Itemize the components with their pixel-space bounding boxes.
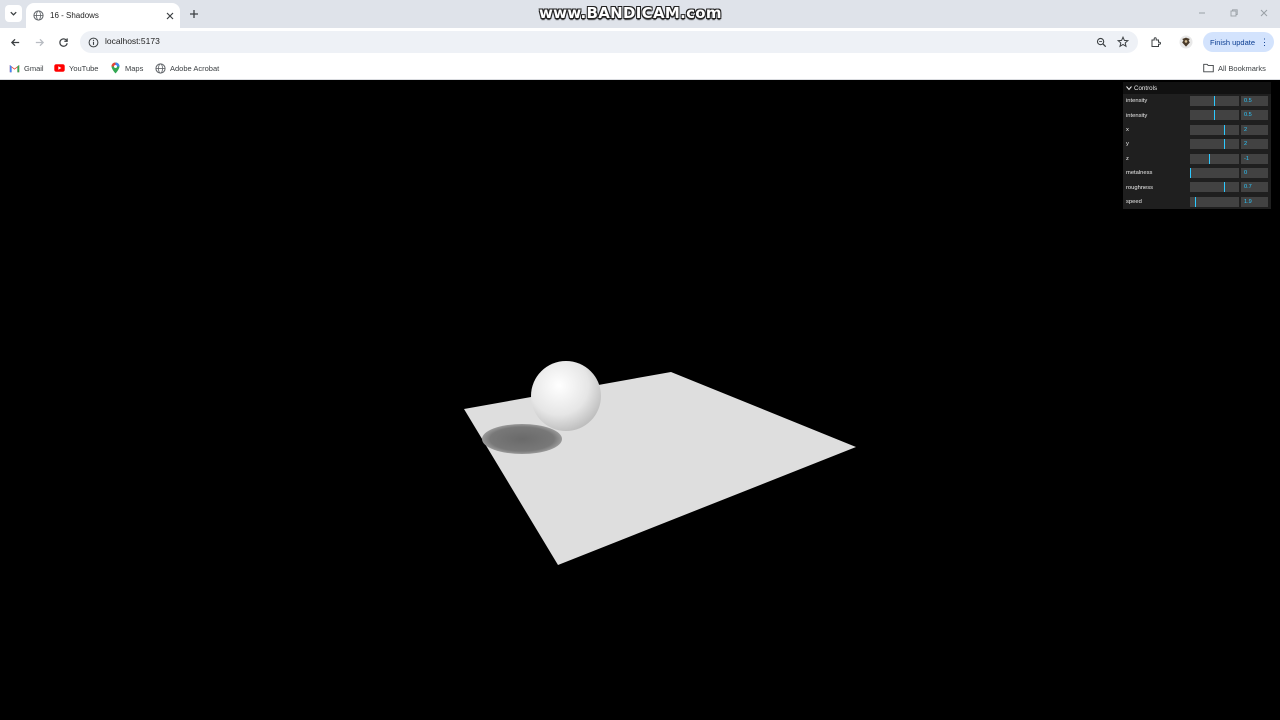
controls-panel: Controls intensity 0.5 intensity 0.5 x 2 y 2 z -1…	[1123, 82, 1271, 210]
close-tab-icon[interactable]	[165, 11, 175, 21]
tab-search-button[interactable]	[5, 5, 22, 22]
forward-arrow-icon	[35, 38, 44, 46]
control-row: metalness 0	[1123, 166, 1271, 180]
control-row: z -1	[1123, 152, 1271, 166]
tab-title: 16 - Shadows	[50, 11, 99, 20]
reload-icon	[58, 37, 68, 47]
bookmarks-bar: Gmail YouTube Maps Adobe Acrobat All Boo…	[0, 56, 1280, 80]
zoom-icon[interactable]	[1095, 36, 1107, 48]
maps-icon	[110, 62, 121, 74]
close-window-button[interactable]	[1258, 7, 1270, 19]
control-row: x2	[1123, 123, 1271, 137]
control-slider[interactable]	[1190, 167, 1239, 178]
controls-title: Controls	[1134, 84, 1158, 92]
control-label: roughness	[1126, 184, 1154, 191]
control-slider[interactable]	[1190, 124, 1239, 135]
control-slider[interactable]	[1190, 139, 1239, 150]
finish-update-button[interactable]: Finish update ⋮	[1203, 32, 1274, 52]
scene-render	[464, 361, 856, 565]
controls-list: intensity 0.5 intensity 0.5 x 2 y 2 z -1 metalness…	[1123, 94, 1271, 209]
control-label: intensity	[1126, 112, 1148, 119]
back-button[interactable]	[8, 35, 22, 49]
control-value-input[interactable]: 2	[1241, 139, 1268, 150]
sphere-shadow	[482, 424, 562, 454]
chevron-down-icon	[10, 11, 17, 16]
bookmark-label: Maps	[125, 63, 144, 73]
control-row: intensity 0.5	[1123, 108, 1271, 122]
acrobat-icon	[155, 62, 166, 74]
slider-handle[interactable]	[1224, 139, 1225, 150]
control-value-input[interactable]: 0	[1241, 167, 1268, 178]
all-bookmarks-button[interactable]: All Bookmarks	[1203, 61, 1266, 75]
control-label: metalness	[1126, 170, 1153, 177]
control-value-input[interactable]: 1.9	[1241, 196, 1268, 207]
control-value-input[interactable]: 0.5	[1241, 96, 1268, 106]
control-slider[interactable]	[1190, 196, 1239, 207]
tab-active[interactable]: 16 - Shadows	[26, 3, 180, 28]
restore-icon	[1230, 9, 1238, 17]
control-slider[interactable]	[1190, 96, 1239, 106]
control-label: speed	[1126, 198, 1142, 205]
controls-title-bar[interactable]: Controls	[1123, 82, 1271, 94]
profile-avatar-icon[interactable]	[1179, 35, 1193, 49]
control-value-input[interactable]: 2	[1241, 124, 1268, 135]
control-row: roughness 0.7	[1123, 180, 1271, 194]
control-label: intensity	[1126, 98, 1148, 105]
control-row: speed 1.9	[1123, 195, 1271, 209]
globe-icon	[33, 10, 44, 21]
bandicam-watermark: www.BANDICAM.com	[539, 4, 722, 22]
restore-window-button[interactable]	[1228, 7, 1240, 19]
control-row: intensity 0.5	[1123, 94, 1271, 108]
reload-button[interactable]	[56, 35, 70, 49]
bookmark-youtube[interactable]: YouTube	[54, 61, 98, 75]
minimize-window-button[interactable]	[1196, 7, 1208, 19]
forward-button[interactable]	[32, 35, 46, 49]
more-menu-icon: ⋮	[1260, 36, 1270, 47]
slider-handle[interactable]	[1214, 110, 1215, 121]
address-bar[interactable]: localhost:5173	[80, 31, 1138, 53]
browser-toolbar: localhost:5173 Finish update ⋮	[0, 28, 1280, 56]
slider-handle[interactable]	[1224, 124, 1225, 135]
plus-icon	[190, 10, 198, 18]
youtube-icon	[54, 63, 65, 74]
control-slider[interactable]	[1190, 182, 1239, 193]
bookmark-label: Adobe Acrobat	[170, 63, 220, 73]
control-label: z	[1126, 155, 1129, 162]
floor-plane	[464, 372, 856, 565]
new-tab-button[interactable]	[187, 7, 201, 21]
slider-handle[interactable]	[1224, 182, 1225, 193]
slider-handle[interactable]	[1195, 196, 1196, 207]
minimize-icon	[1199, 12, 1205, 14]
bookmark-gmail[interactable]: Gmail	[9, 61, 44, 75]
control-value-input[interactable]: 0.5	[1241, 110, 1268, 121]
control-slider[interactable]	[1190, 110, 1239, 121]
bookmark-maps[interactable]: Maps	[110, 61, 143, 75]
bookmark-label: Gmail	[24, 63, 44, 73]
back-arrow-icon	[10, 38, 19, 46]
bookmark-adobe-acrobat[interactable]: Adobe Acrobat	[155, 61, 219, 75]
all-bookmarks-label: All Bookmarks	[1218, 63, 1266, 73]
control-label: y	[1126, 141, 1129, 148]
close-icon	[1260, 9, 1268, 17]
triangle-down-icon	[1126, 85, 1132, 91]
webgl-canvas[interactable]	[0, 81, 1280, 720]
slider-handle[interactable]	[1190, 167, 1191, 178]
control-value-input[interactable]: -1	[1241, 153, 1268, 164]
gmail-icon	[9, 63, 20, 74]
bookmark-label: YouTube	[69, 63, 99, 73]
finish-update-label: Finish update	[1210, 37, 1256, 47]
control-label: x	[1126, 126, 1129, 133]
bookmark-star-icon[interactable]	[1117, 36, 1129, 48]
control-row: y2	[1123, 137, 1271, 151]
slider-handle[interactable]	[1209, 153, 1210, 164]
url-text: localhost:5173	[105, 36, 160, 46]
extensions-icon[interactable]	[1149, 35, 1163, 49]
sphere	[531, 361, 601, 431]
slider-handle[interactable]	[1214, 96, 1215, 106]
folder-icon	[1203, 63, 1214, 74]
site-info-icon[interactable]	[87, 36, 99, 48]
control-value-input[interactable]: 0.7	[1241, 182, 1268, 193]
control-slider[interactable]	[1190, 153, 1239, 164]
tab-strip: 16 - Shadows www.BANDICAM.com	[0, 0, 1280, 28]
